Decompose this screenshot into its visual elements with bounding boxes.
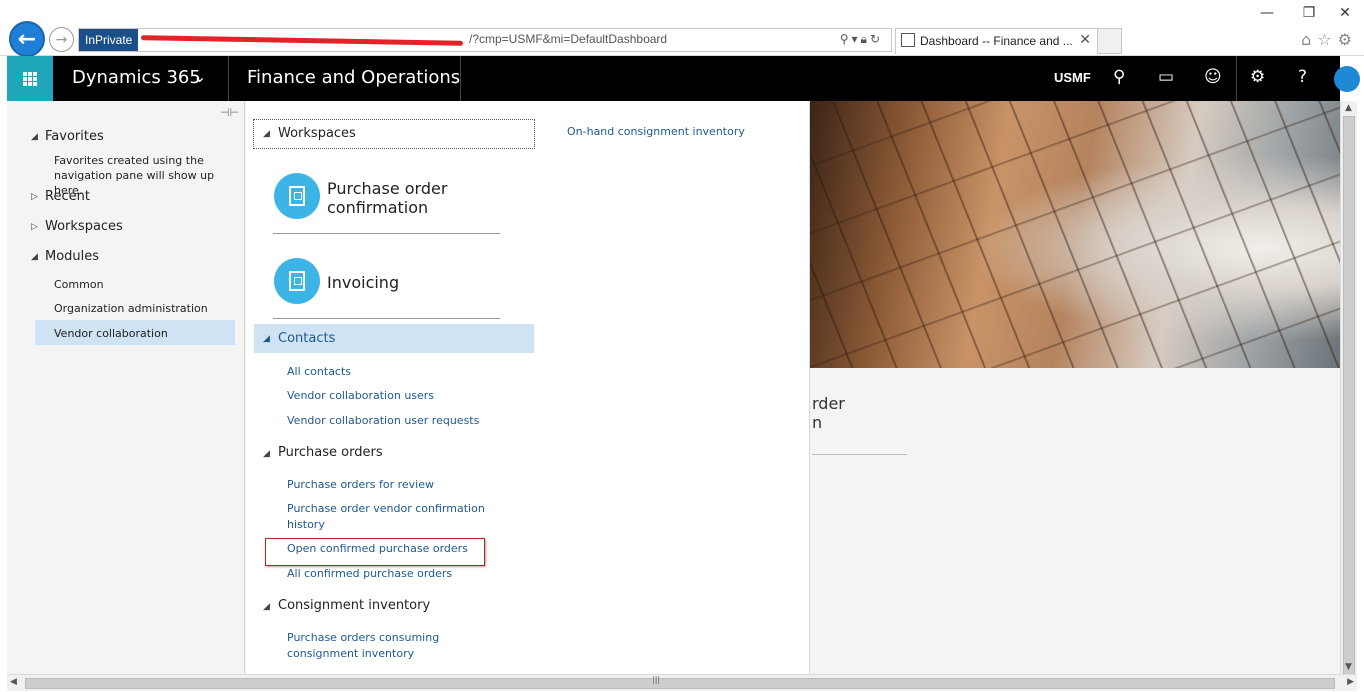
tab-close-icon[interactable]: ✕ <box>1079 32 1091 48</box>
close-icon[interactable]: ✕ <box>1326 2 1364 24</box>
company-picker[interactable]: USMF <box>1054 70 1091 85</box>
nav-modules[interactable]: Modules <box>45 249 99 264</box>
highlight-annotation-box <box>265 538 485 566</box>
section-label: Contacts <box>278 331 336 346</box>
vertical-scrollbar[interactable]: ▲ ▼ <box>1340 101 1357 676</box>
tile-divider <box>812 454 907 455</box>
tab-title: Dashboard -- Finance and ... <box>920 34 1073 48</box>
tile-invoicing[interactable]: Invoicing <box>327 273 399 292</box>
browser-icons: ⌂☆⚙ <box>1301 30 1358 49</box>
back-arrow-icon[interactable]: ← <box>9 21 45 57</box>
module-vendor-collaboration[interactable]: Vendor collaboration <box>54 326 168 341</box>
smiley-feedback-icon[interactable]: ☺ <box>1204 67 1222 87</box>
chevron-down-icon[interactable]: ⌄ <box>193 67 206 86</box>
link-line: Purchase orders consuming <box>287 631 440 644</box>
purchase-orders-section-header[interactable]: Purchase orders <box>278 445 383 460</box>
link-purchase-orders-for-review[interactable]: Purchase orders for review <box>287 477 434 493</box>
home-icon[interactable]: ⌂ <box>1301 30 1317 49</box>
expanded-arrow-icon[interactable]: ◢ <box>263 449 270 459</box>
restore-icon[interactable]: ❐ <box>1294 2 1324 24</box>
app-launcher-button[interactable] <box>7 56 53 101</box>
link-purchase-order-vendor-confirmation-history[interactable]: Purchase order vendor confirmation histo… <box>287 501 485 533</box>
tile-purchase-order-confirmation[interactable]: Purchase order confirmation <box>327 179 447 217</box>
app-header: Dynamics 365 ⌄ Finance and Operations US… <box>7 56 1360 101</box>
contacts-section-header[interactable]: ◢ Contacts <box>254 324 534 353</box>
tile-divider <box>273 318 500 319</box>
dashboard-tile-label[interactable]: rder n <box>812 394 845 432</box>
inprivate-badge: InPrivate <box>79 29 139 51</box>
module-organization-administration[interactable]: Organization administration <box>54 301 208 316</box>
lock-icon: 🔒︎ <box>860 32 870 46</box>
horizontal-scrollbar[interactable]: ◀ ||| ▶ <box>7 674 1357 691</box>
link-all-contacts[interactable]: All contacts <box>287 364 351 380</box>
link-purchase-orders-consuming-consignment-inventory[interactable]: Purchase orders consuming consignment in… <box>287 630 439 662</box>
section-label: Workspaces <box>278 126 356 141</box>
scroll-thumb[interactable] <box>1343 116 1355 676</box>
link-all-confirmed-purchase-orders[interactable]: All confirmed purchase orders <box>287 566 452 582</box>
help-icon[interactable]: ? <box>1298 67 1307 87</box>
invoicing-tile-icon[interactable] <box>274 258 320 304</box>
link-line: history <box>287 518 325 531</box>
dashboard-hero-image <box>810 101 1340 368</box>
hint-line: Favorites created using the <box>54 154 204 167</box>
nav-recent[interactable]: Recent <box>45 189 90 204</box>
header-divider <box>1236 56 1237 101</box>
page-icon <box>901 33 915 47</box>
url-visible-part: /?cmp=USMF&mi=DefaultDashboard <box>469 32 668 46</box>
address-icons: ⚲▾🔒︎↻ <box>840 32 883 47</box>
settings-gear-icon[interactable]: ⚙ <box>1338 30 1358 49</box>
expanded-arrow-icon[interactable]: ◢ <box>31 132 38 142</box>
tile-label-line: n <box>812 413 823 432</box>
expanded-arrow-icon: ◢ <box>263 334 270 344</box>
new-tab-button[interactable] <box>1097 28 1122 54</box>
gear-icon[interactable]: ⚙ <box>1250 67 1265 87</box>
link-on-hand-consignment-inventory[interactable]: On-hand consignment inventory <box>567 125 745 138</box>
scroll-left-icon[interactable]: ◀ <box>10 677 17 687</box>
favorites-star-icon[interactable]: ☆ <box>1317 30 1337 49</box>
search-icon[interactable]: ⚲ <box>1113 67 1125 87</box>
refresh-icon[interactable]: ↻ <box>870 32 883 46</box>
nav-favorites[interactable]: Favorites <box>45 129 104 144</box>
forward-arrow-icon[interactable]: → <box>49 27 74 52</box>
tile-divider <box>273 233 500 234</box>
module-common[interactable]: Common <box>54 277 104 292</box>
tile-title-line: Purchase order <box>327 179 448 198</box>
nav-workspaces[interactable]: Workspaces <box>45 219 123 234</box>
link-vendor-collaboration-users[interactable]: Vendor collaboration users <box>287 388 434 404</box>
dropdown-icon[interactable]: ▾ <box>852 32 861 46</box>
message-icon[interactable]: ▭ <box>1158 67 1174 87</box>
search-icon[interactable]: ⚲ <box>840 32 852 46</box>
scroll-right-icon[interactable]: ▶ <box>1347 677 1354 687</box>
link-line: Purchase order vendor confirmation <box>287 502 485 515</box>
workspaces-section-header[interactable]: ◢ Workspaces <box>253 119 535 149</box>
expanded-arrow-icon[interactable]: ◢ <box>31 252 38 262</box>
link-line: consignment inventory <box>287 647 415 660</box>
purchase-confirmation-tile-icon[interactable] <box>274 173 320 219</box>
pin-icon[interactable]: ⊣⊢ <box>220 106 239 119</box>
collapsed-arrow-icon[interactable]: ▷ <box>31 222 38 232</box>
header-divider <box>228 56 229 101</box>
scroll-grip-icon: ||| <box>652 675 661 684</box>
navigation-pane: ⊣⊢ ◢ Favorites Favorites created using t… <box>7 101 245 674</box>
address-bar[interactable]: InPrivate /?cmp=USMF&mi=DefaultDashboard… <box>78 28 892 52</box>
module-title: Finance and Operations <box>247 67 461 88</box>
browser-toolbar: ← → InPrivate /?cmp=USMF&mi=DefaultDashb… <box>0 0 1364 57</box>
consignment-inventory-section-header[interactable]: Consignment inventory <box>278 598 430 613</box>
expanded-arrow-icon[interactable]: ◢ <box>263 602 270 612</box>
minimize-icon[interactable]: — <box>1252 2 1282 24</box>
waffle-icon <box>23 71 37 86</box>
collapsed-arrow-icon[interactable]: ▷ <box>31 192 38 202</box>
avatar[interactable] <box>1334 66 1360 92</box>
brand-title[interactable]: Dynamics 365 <box>72 67 201 88</box>
expanded-arrow-icon: ◢ <box>263 129 270 139</box>
scroll-down-icon[interactable]: ▼ <box>1345 662 1352 672</box>
tile-title-line: confirmation <box>327 198 429 217</box>
browser-tab[interactable]: Dashboard -- Finance and ... ✕ <box>895 28 1122 54</box>
link-vendor-collaboration-user-requests[interactable]: Vendor collaboration user requests <box>287 413 479 429</box>
tile-label-line: rder <box>812 394 845 413</box>
header-divider <box>460 56 461 101</box>
scroll-thumb[interactable] <box>25 678 1335 689</box>
scroll-up-icon[interactable]: ▲ <box>1345 103 1352 113</box>
